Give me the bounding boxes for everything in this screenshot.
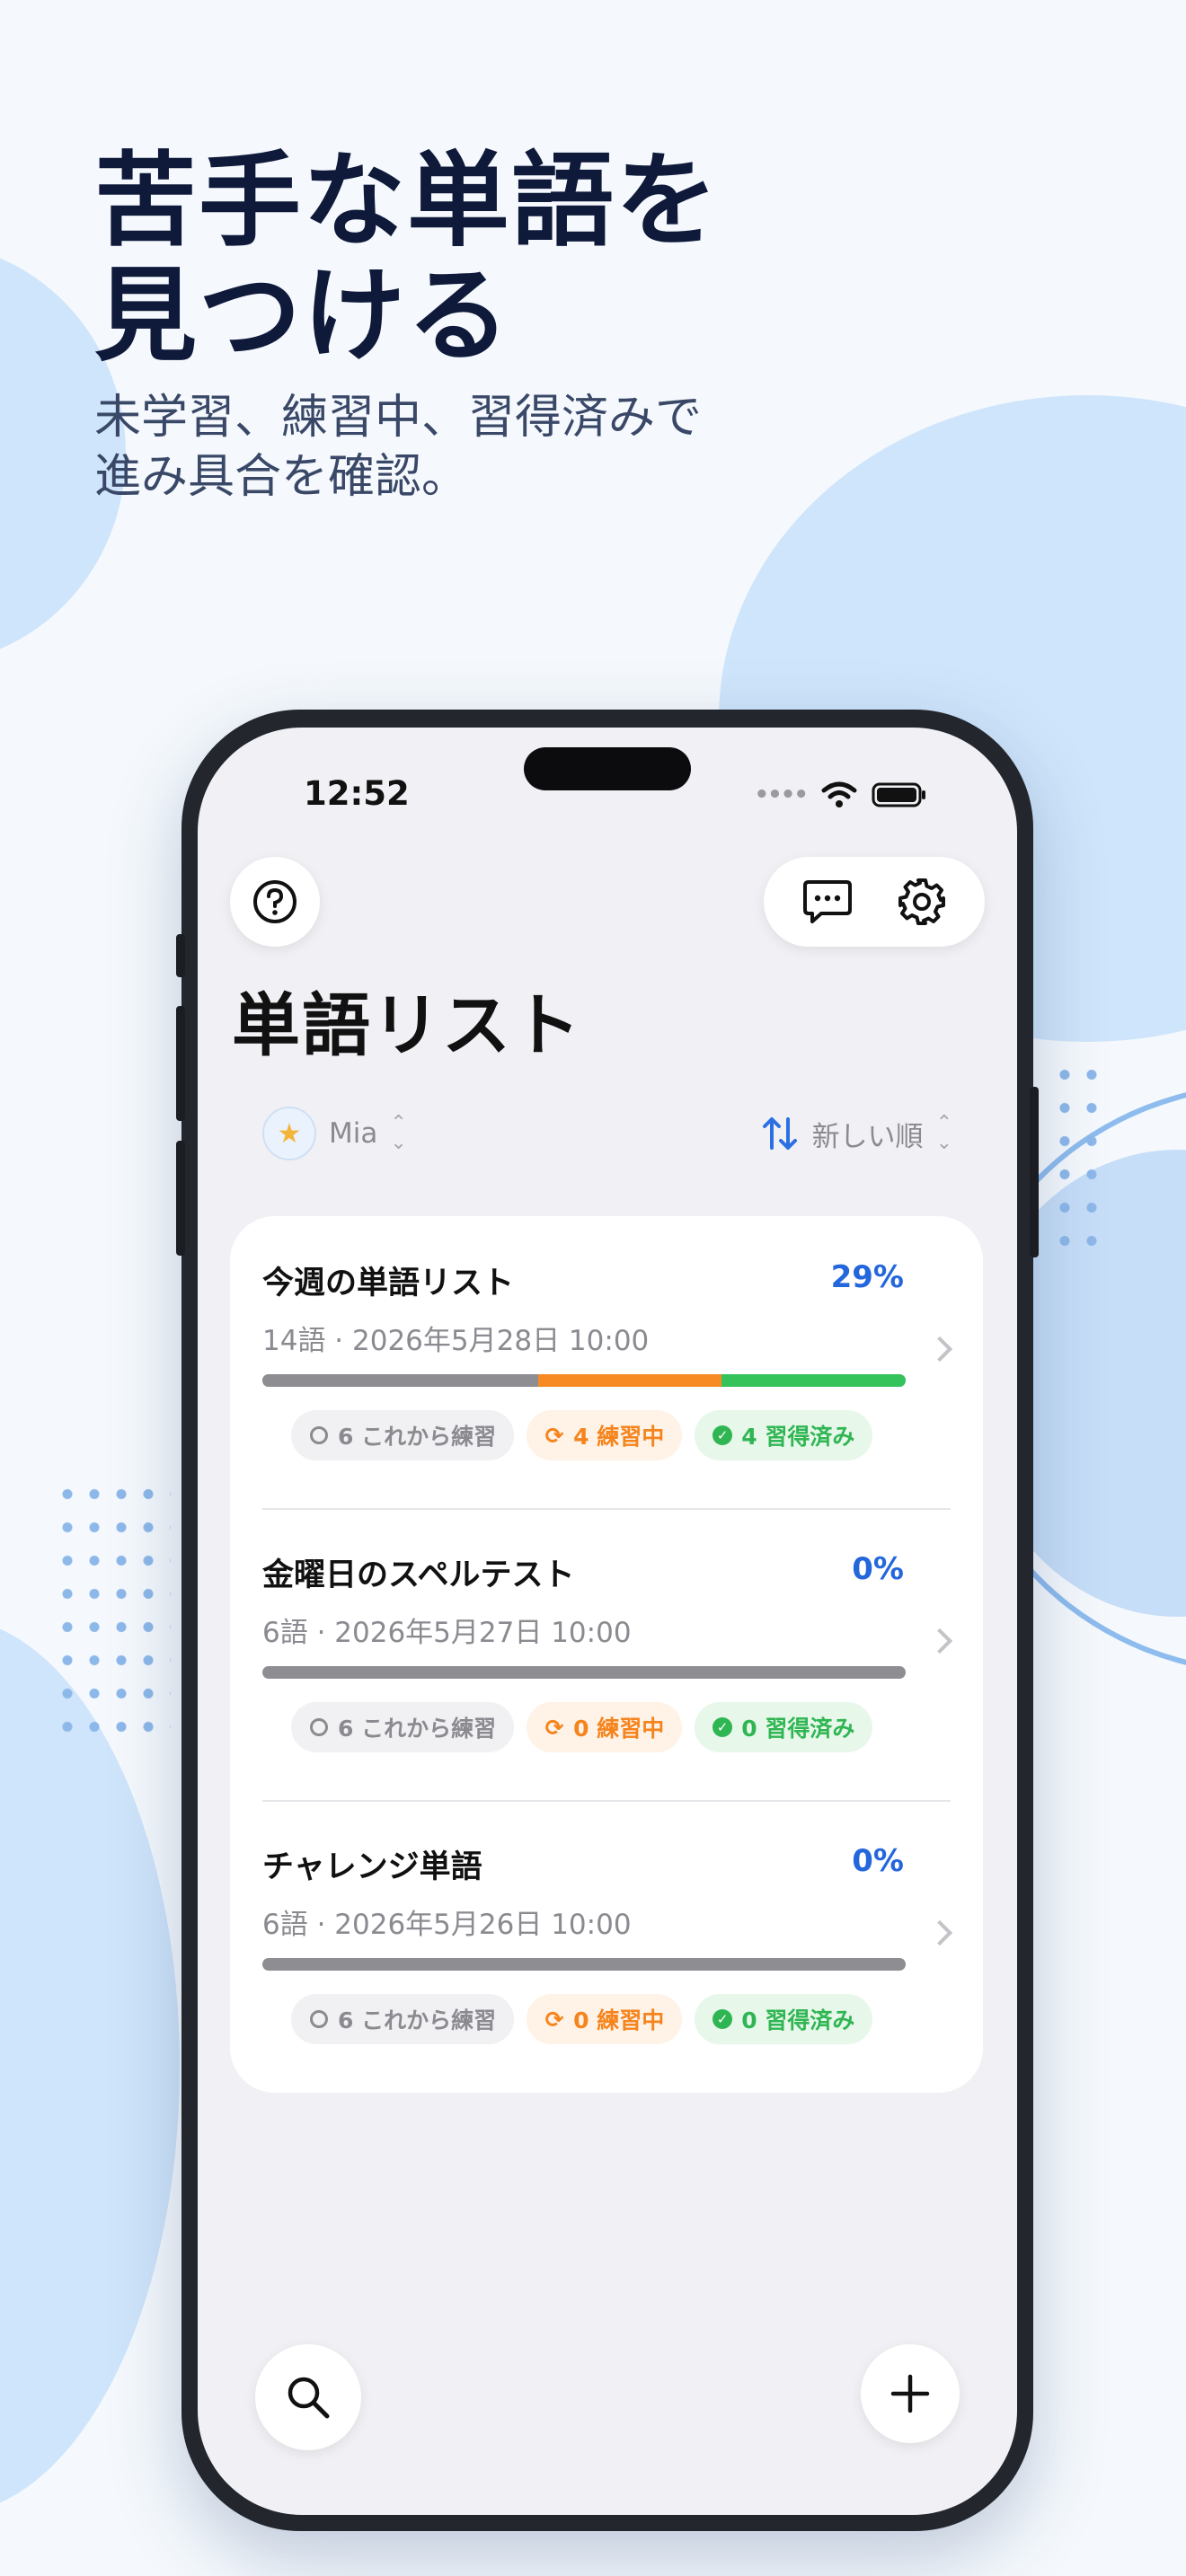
progress-practicing (537, 1374, 722, 1387)
sort-selector[interactable]: 新しい順 ⌃ ⌄ (760, 1114, 952, 1154)
refresh-icon: ⟳ (544, 1422, 564, 1449)
phone-side-button (176, 934, 185, 977)
list-percent: 0% (852, 1843, 904, 1879)
chip-label: 4 習得済み (741, 1424, 855, 1450)
user-name: Mia (329, 1117, 378, 1150)
progress-unpracticed (262, 1374, 538, 1387)
progress-bar (262, 1374, 906, 1387)
promo-screenshot: 苦手な単語を 見つける 未学習、練習中、習得済みで 進み具合を確認。 12:52… (0, 0, 1186, 2576)
list-meta: 6語 · 2026年5月27日 10:00 (262, 1617, 632, 1649)
list-title: チャレンジ単語 (262, 1849, 482, 1885)
list-item[interactable]: 今週の単語リスト 29% 14語 · 2026年5月28日 10:00 6 これ… (262, 1216, 953, 1508)
chip-label: 4 練習中 (573, 1424, 665, 1450)
page-title: 単語リスト (232, 985, 582, 1065)
list-item[interactable]: チャレンジ単語 0% 6語 · 2026年5月26日 10:00 6 これから練… (262, 1800, 953, 2092)
filter-row: ★ Mia ⌃ ⌄ 新しい順 ⌃ ⌄ (262, 1107, 952, 1160)
battery-icon (872, 782, 925, 807)
dynamic-island (524, 747, 691, 790)
progress-mastered (721, 1374, 906, 1387)
refresh-icon: ⟳ (544, 1714, 564, 1741)
status-chips: 6 これから練習 ⟳ 4 練習中 ✓ 4 習得済み (291, 1410, 873, 1460)
list-meta: 14語 · 2026年5月28日 10:00 (262, 1325, 650, 1357)
top-actions (764, 857, 985, 947)
check-circle-icon: ✓ (712, 2009, 733, 2029)
word-list-card: 今週の単語リスト 29% 14語 · 2026年5月28日 10:00 6 これ… (230, 1216, 983, 2093)
chip-practicing: ⟳ 0 練習中 (527, 1702, 683, 1752)
promo-headline: 苦手な単語を 見つける (94, 141, 721, 375)
chip-practicing: ⟳ 4 練習中 (527, 1410, 683, 1460)
list-percent: 29% (830, 1259, 904, 1295)
circle-icon (309, 1717, 329, 1737)
chip-practicing: ⟳ 0 練習中 (527, 1994, 683, 2044)
chip-mastered: ✓ 0 習得済み (695, 1994, 873, 2044)
list-title: 金曜日のスペルテスト (262, 1557, 575, 1593)
wifi-icon (821, 781, 857, 807)
refresh-icon: ⟳ (544, 2006, 564, 2033)
gear-icon (898, 878, 945, 925)
chevron-right-icon (926, 1628, 953, 1654)
phone-side-button (176, 1141, 185, 1256)
phone-side-button (1030, 1087, 1039, 1257)
circle-icon (309, 1425, 329, 1445)
app-screen: 12:52 •••• 単語リスト ★ Mia ⌃ ⌄ 新しい順 ⌃ ⌄ 今週の単… (198, 728, 1017, 2515)
status-icons: •••• (755, 781, 927, 808)
star-icon: ★ (277, 1117, 302, 1150)
list-item[interactable]: 金曜日のスペルテスト 0% 6語 · 2026年5月27日 10:00 6 これ… (262, 1508, 953, 1800)
progress-bar (262, 1666, 906, 1679)
chevron-right-icon (926, 1919, 953, 1946)
progress-bar (262, 1958, 906, 1971)
chevron-right-icon (926, 1336, 953, 1363)
user-selector[interactable]: ★ Mia ⌃ ⌄ (262, 1107, 407, 1160)
list-title: 今週の単語リスト (262, 1266, 515, 1301)
chip-unpracticed: 6 これから練習 (291, 1702, 515, 1752)
plus-icon (890, 2374, 930, 2413)
check-circle-icon: ✓ (712, 1425, 733, 1445)
progress-unpracticed (262, 1666, 906, 1679)
search-icon (288, 2377, 330, 2419)
chip-label: 0 練習中 (573, 1716, 665, 1742)
chat-button[interactable] (796, 870, 859, 933)
chip-label: 6 これから練習 (338, 1716, 497, 1742)
status-chips: 6 これから練習 ⟳ 0 練習中 ✓ 0 習得済み (291, 1994, 873, 2044)
chip-label: 6 これから練習 (338, 2007, 497, 2033)
avatar: ★ (262, 1107, 316, 1160)
chat-bubble-icon (802, 880, 852, 923)
chevron-updown-icon: ⌃ ⌄ (390, 1112, 407, 1154)
question-circle-icon (253, 880, 296, 923)
chip-label: 6 これから練習 (338, 1424, 497, 1450)
add-list-button[interactable] (861, 2344, 960, 2443)
chip-label: 0 習得済み (741, 2007, 855, 2033)
status-chips: 6 これから練習 ⟳ 0 練習中 ✓ 0 習得済み (291, 1702, 873, 1752)
chip-unpracticed: 6 これから練習 (291, 1994, 515, 2044)
check-circle-icon: ✓ (712, 1717, 733, 1737)
chip-mastered: ✓ 4 習得済み (695, 1410, 873, 1460)
settings-button[interactable] (890, 870, 953, 933)
list-percent: 0% (852, 1551, 904, 1587)
chip-label: 0 練習中 (573, 2007, 665, 2033)
help-button[interactable] (230, 857, 320, 947)
signal-icon: •••• (754, 781, 810, 808)
background-dots (54, 1478, 171, 1738)
sort-arrows-icon (762, 1117, 797, 1150)
chip-mastered: ✓ 0 習得済み (695, 1702, 873, 1752)
divider (262, 1508, 951, 1510)
list-meta: 6語 · 2026年5月26日 10:00 (262, 1909, 632, 1941)
phone-side-button (176, 1006, 185, 1121)
chevron-updown-icon: ⌃ ⌄ (935, 1112, 952, 1154)
chip-unpracticed: 6 これから練習 (291, 1410, 515, 1460)
background-dots (1051, 1058, 1105, 1251)
sort-label: 新しい順 (811, 1120, 924, 1153)
background-blob (0, 1617, 180, 2515)
divider (262, 1800, 951, 1802)
search-button[interactable] (255, 2344, 361, 2450)
status-time: 12:52 (304, 774, 410, 813)
circle-icon (309, 2009, 329, 2029)
progress-unpracticed (262, 1958, 906, 1971)
chip-label: 0 習得済み (741, 1716, 855, 1742)
promo-subline: 未学習、練習中、習得済みで 進み具合を確認。 (94, 391, 703, 504)
